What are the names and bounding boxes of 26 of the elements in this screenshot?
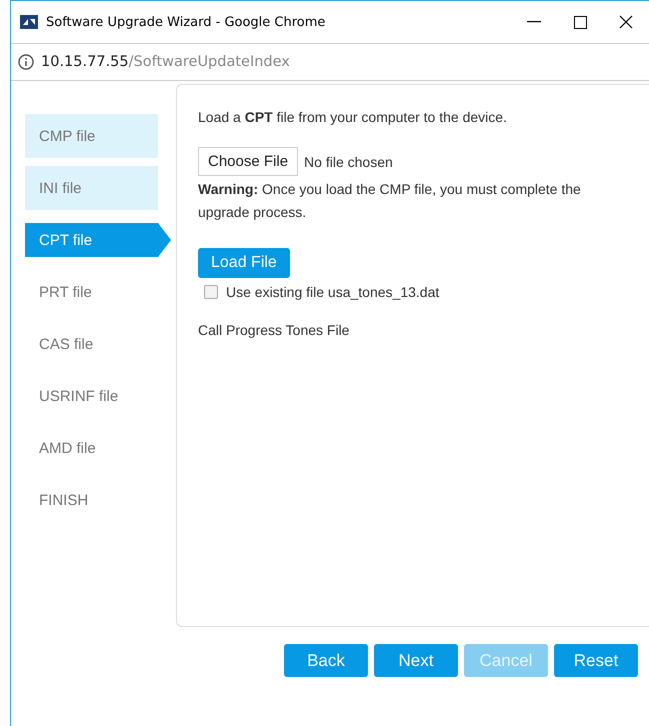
- app-logo-icon: [20, 15, 38, 29]
- checkbox-label: Use existing file usa_tones_13.dat: [226, 284, 440, 300]
- warning-text: Warning: Once you load the CMP file, you must complete the upgrade process.: [198, 180, 582, 222]
- file-description: Call Progress Tones File: [198, 322, 350, 338]
- address-url[interactable]: 10.15.77.55/SoftwareUpdateIndex: [34, 54, 290, 70]
- wizard-step[interactable]: INI file: [25, 166, 158, 210]
- maximize-icon[interactable]: [574, 16, 586, 28]
- close-icon[interactable]: [619, 15, 633, 29]
- wizard-step[interactable]: AMD file: [25, 426, 158, 470]
- info-icon[interactable]: [18, 54, 34, 70]
- minimize-icon[interactable]: [527, 21, 541, 23]
- file-status: No file chosen: [304, 154, 393, 170]
- intro-text: Load a CPT file from your computer to the device.: [198, 109, 508, 125]
- choose-file-button[interactable]: Choose File: [198, 147, 298, 176]
- wizard-step[interactable]: PRT file: [25, 270, 158, 314]
- load-file-button[interactable]: Load File: [198, 248, 290, 278]
- wizard-button[interactable]: Next: [374, 644, 458, 677]
- wizard-button[interactable]: Back: [284, 644, 368, 677]
- wizard-step[interactable]: CMP file: [25, 114, 158, 158]
- wizard-step[interactable]: FINISH: [25, 478, 158, 522]
- checkbox[interactable]: [204, 285, 218, 299]
- wizard-button[interactable]: Reset: [554, 644, 638, 677]
- window-title: Software Upgrade Wizard - Google Chrome: [46, 14, 326, 30]
- wizard-step[interactable]: CPT file: [25, 223, 171, 257]
- wizard-step[interactable]: CAS file: [25, 322, 158, 366]
- wizard-step[interactable]: USRINF file: [25, 374, 158, 418]
